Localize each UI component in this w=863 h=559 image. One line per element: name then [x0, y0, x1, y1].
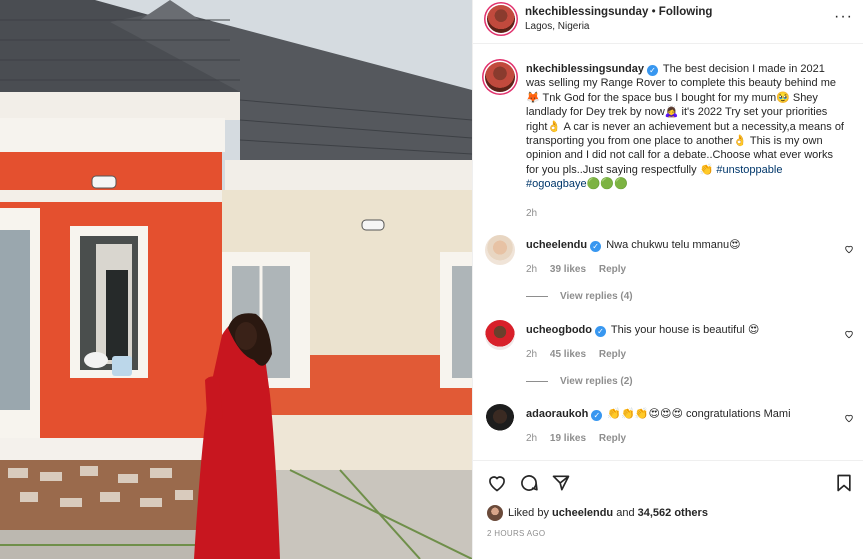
commenter-username[interactable]: ucheelendu [526, 239, 587, 251]
author-avatar[interactable] [487, 5, 515, 33]
commenter-avatar[interactable] [485, 404, 515, 434]
view-replies-label: View replies (2) [560, 376, 633, 387]
view-replies-button[interactable]: View replies (4) [526, 291, 633, 302]
author-line: nkechiblessingsunday • Following [525, 6, 712, 18]
verified-badge-icon: ✓ [590, 241, 602, 252]
verified-badge-icon: ✓ [595, 326, 606, 337]
paper-plane-icon[interactable] [551, 473, 571, 493]
caption-time[interactable]: 2h [526, 208, 537, 219]
verified-badge-icon: ✓ [591, 410, 603, 421]
comment-text-block: ucheogbodo ✓ This your house is beautiful… [526, 323, 844, 337]
comment-text: This your house is beautiful 😍 [610, 324, 760, 336]
liked-by-line: Liked by ucheelendu and 34,562 others [508, 507, 708, 519]
liked-by-mid: and [613, 507, 638, 519]
liked-by-user[interactable]: ucheelendu [552, 507, 613, 519]
comment-time[interactable]: 2h [526, 433, 537, 444]
reply-button[interactable]: Reply [599, 433, 626, 444]
caption-text-block: nkechiblessingsunday ✓ The best decision … [526, 62, 844, 192]
bookmark-icon[interactable] [834, 473, 854, 493]
commenter-username[interactable]: ucheogbodo [526, 324, 592, 336]
view-replies-button[interactable]: View replies (2) [526, 376, 633, 387]
post-location[interactable]: Lagos, Nigeria [525, 21, 589, 32]
post-photo[interactable] [0, 0, 472, 559]
post-timestamp[interactable]: 2 HOURS AGO [487, 529, 545, 538]
commenter-avatar[interactable] [485, 235, 515, 265]
comment-meta: 2h 19 likes Reply [526, 433, 636, 444]
heart-icon[interactable] [487, 473, 507, 493]
comment-icon[interactable] [519, 473, 539, 493]
comment-likes[interactable]: 39 likes [550, 264, 586, 275]
comment-like-heart-icon[interactable] [844, 413, 854, 423]
hashtag-link[interactable]: #ogoagbaye [526, 178, 587, 190]
caption-username[interactable]: nkechiblessingsunday [526, 63, 644, 75]
liker-avatar[interactable] [487, 505, 503, 521]
hashtag-link[interactable]: #unstoppable [716, 164, 782, 176]
verified-badge-icon: ✓ [646, 65, 658, 76]
comment-time[interactable]: 2h [526, 349, 537, 360]
caption-text: The best decision I made in 2021 was sel… [526, 63, 844, 176]
author-username[interactable]: nkechiblessingsunday [525, 6, 648, 18]
caption-meta: 2h [526, 208, 547, 219]
separator-dot: • [651, 6, 656, 18]
likes-count[interactable]: 34,562 others [638, 507, 708, 519]
comments-list[interactable]: nkechiblessingsunday ✓ The best decision … [473, 45, 863, 460]
post-actions: Liked by ucheelendu and 34,562 others 2 … [473, 460, 863, 559]
commenter-avatar[interactable] [485, 320, 515, 350]
comment-meta: 2h 39 likes Reply [526, 264, 636, 275]
liked-by-prefix: Liked by [508, 507, 553, 519]
comment-text-block: ucheelendu ✓ Nwa chukwu telu mmanu😍 [526, 238, 844, 252]
comment-text-block: adaoraukoh ✓ 👏👏👏😍😍😍 congratulations Mami [526, 407, 844, 421]
comment-text: 👏👏👏😍😍😍 congratulations Mami [607, 408, 791, 420]
more-options-icon[interactable]: ··· [834, 8, 853, 26]
replies-divider-line [526, 380, 548, 382]
comment-like-heart-icon[interactable] [844, 329, 854, 339]
comment-time[interactable]: 2h [526, 264, 537, 275]
post-details-panel: nkechiblessingsunday • Following Lagos, … [472, 0, 863, 559]
view-replies-label: View replies (4) [560, 291, 633, 302]
comment-meta: 2h 45 likes Reply [526, 349, 636, 360]
reply-button[interactable]: Reply [599, 349, 626, 360]
comment-likes[interactable]: 45 likes [550, 349, 586, 360]
replies-divider-line [526, 295, 548, 297]
following-button[interactable]: Following [659, 6, 713, 18]
caption-emoji: 🟢🟢🟢 [586, 178, 628, 191]
comment-like-heart-icon[interactable] [844, 244, 854, 254]
caption-author-avatar[interactable] [485, 62, 515, 92]
house-photo [0, 0, 472, 559]
reply-button[interactable]: Reply [599, 264, 626, 275]
post-header: nkechiblessingsunday • Following Lagos, … [473, 0, 863, 44]
comment-text: Nwa chukwu telu mmanu😍 [606, 239, 741, 251]
commenter-username[interactable]: adaoraukoh [526, 408, 588, 420]
comment-likes[interactable]: 19 likes [550, 433, 586, 444]
